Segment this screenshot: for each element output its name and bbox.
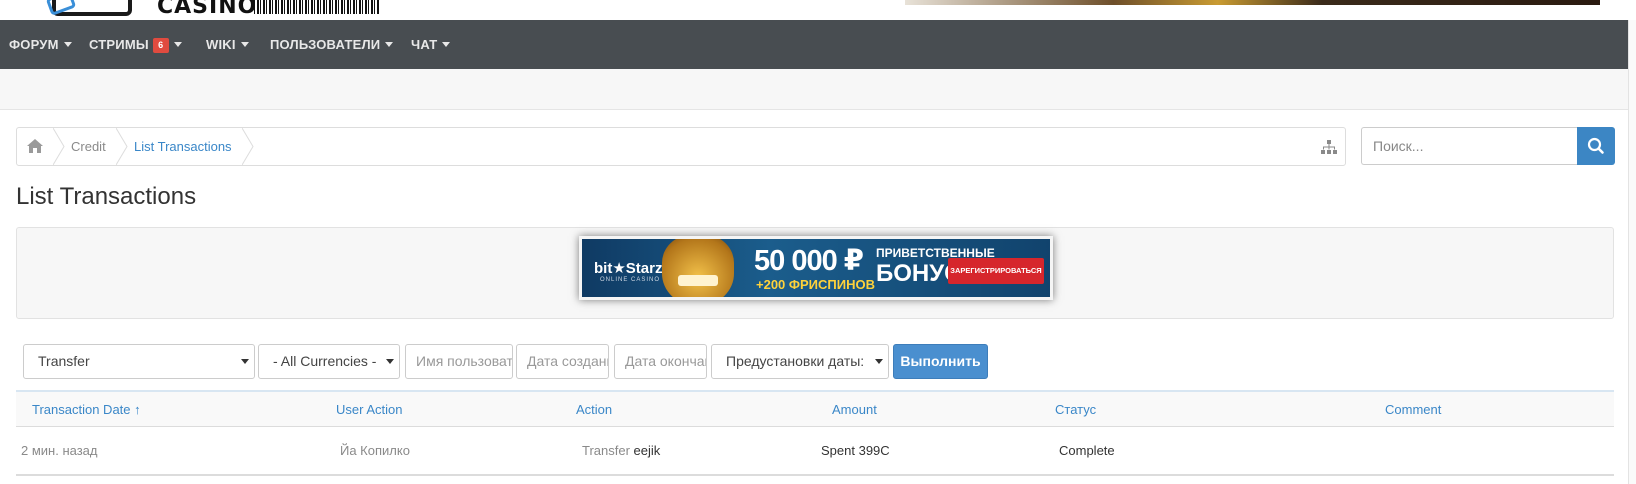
- home-icon[interactable]: [27, 139, 43, 153]
- ad-amount: 50 000 ₽: [754, 245, 864, 277]
- breadcrumb: Credit List Transactions: [16, 127, 1346, 166]
- chevron-down-icon: [173, 42, 182, 47]
- breadcrumb-separator: [242, 128, 254, 165]
- site-header: CASINO.MY: [0, 0, 1636, 20]
- chevron-down-icon: [875, 359, 883, 364]
- breadcrumb-separator: [116, 128, 128, 165]
- date-end-input[interactable]: Дата окончания: [614, 344, 707, 379]
- row-status: Complete: [1059, 443, 1115, 458]
- column-amount[interactable]: Amount: [832, 392, 877, 427]
- column-action[interactable]: Action: [576, 392, 612, 427]
- row-user-link[interactable]: Йа Копилко: [340, 427, 410, 474]
- nav-item-wiki[interactable]: WIKI: [206, 20, 249, 69]
- date-presets-select[interactable]: Предустановки даты:: [711, 344, 889, 379]
- ad-banner[interactable]: bit★Starz ONLINE CASINO 50 000 ₽ +200 ФР…: [579, 236, 1053, 300]
- sitemap-icon[interactable]: [1321, 140, 1337, 154]
- table-row: 2 мин. назад Йа Копилко Transfer eejik S…: [16, 427, 1614, 476]
- chevron-down-icon: [240, 42, 249, 47]
- chevron-down-icon: [63, 42, 72, 47]
- ad-brand-sub: ONLINE CASINO: [600, 277, 661, 283]
- table-header: Transaction Date ↑ User Action Action Am…: [16, 390, 1614, 427]
- scrollbar-track[interactable]: [1628, 20, 1636, 484]
- row-action-type: Transfer: [582, 443, 630, 458]
- tiki-mask-image: [662, 239, 734, 297]
- column-user-action[interactable]: User Action: [336, 392, 402, 427]
- sub-nav: [0, 69, 1628, 110]
- row-action-target[interactable]: eejik: [634, 443, 661, 458]
- column-comment[interactable]: Comment: [1385, 392, 1441, 427]
- search-icon: [1587, 137, 1604, 154]
- currency-select[interactable]: - All Currencies -: [258, 344, 400, 379]
- logo-barcode: [254, 0, 379, 14]
- main-nav: ФОРУМ СТРИМЫ 6 WIKI ПОЛЬЗОВАТЕЛИ ЧАТ: [0, 20, 1628, 69]
- search-box: [1361, 127, 1616, 165]
- streams-count-badge: 6: [152, 38, 169, 53]
- ad-register-button[interactable]: ЗАРЕГИСТРИРОВАТЬСЯ: [948, 258, 1044, 284]
- ad-spins: +200 ФРИСПИНОВ: [756, 277, 875, 292]
- header-banner[interactable]: [905, 0, 1600, 5]
- ad-container: bit★Starz ONLINE CASINO 50 000 ₽ +200 ФР…: [16, 227, 1614, 319]
- chevron-down-icon: [386, 359, 394, 364]
- ad-brand: bit★Starz: [594, 260, 663, 277]
- submit-button[interactable]: Выполнить: [893, 344, 988, 379]
- breadcrumb-separator: [53, 128, 65, 165]
- column-transaction-date[interactable]: Transaction Date ↑: [32, 392, 141, 427]
- nav-item-streams[interactable]: СТРИМЫ 6: [89, 20, 182, 69]
- nav-item-chat[interactable]: ЧАТ: [411, 20, 451, 69]
- nav-item-users[interactable]: ПОЛЬЗОВАТЕЛИ: [270, 20, 394, 69]
- type-select[interactable]: Transfer: [23, 344, 255, 379]
- chevron-down-icon: [385, 42, 394, 47]
- breadcrumb-item-list-transactions[interactable]: List Transactions: [134, 128, 232, 165]
- chevron-down-icon: [241, 359, 249, 364]
- breadcrumb-item-credit[interactable]: Credit: [71, 128, 106, 165]
- date-start-input[interactable]: Дата создания: [516, 344, 609, 379]
- search-button[interactable]: [1577, 127, 1615, 165]
- page: CASINO.MY ФОРУМ СТРИМЫ 6 WIKI ПОЛЬЗОВАТЕЛ…: [0, 0, 1636, 484]
- chevron-down-icon: [442, 42, 451, 47]
- nav-item-forum[interactable]: ФОРУМ: [9, 20, 72, 69]
- row-date: 2 мин. назад: [21, 443, 98, 458]
- row-amount: Spent 399C: [821, 443, 890, 458]
- username-input[interactable]: Имя пользователя: [405, 344, 513, 379]
- row-action: Transfer eejik: [582, 427, 660, 474]
- search-input[interactable]: [1361, 127, 1577, 165]
- page-title: List Transactions: [16, 183, 197, 210]
- column-status[interactable]: Статус: [1055, 392, 1096, 427]
- logo-icon[interactable]: [45, 0, 132, 16]
